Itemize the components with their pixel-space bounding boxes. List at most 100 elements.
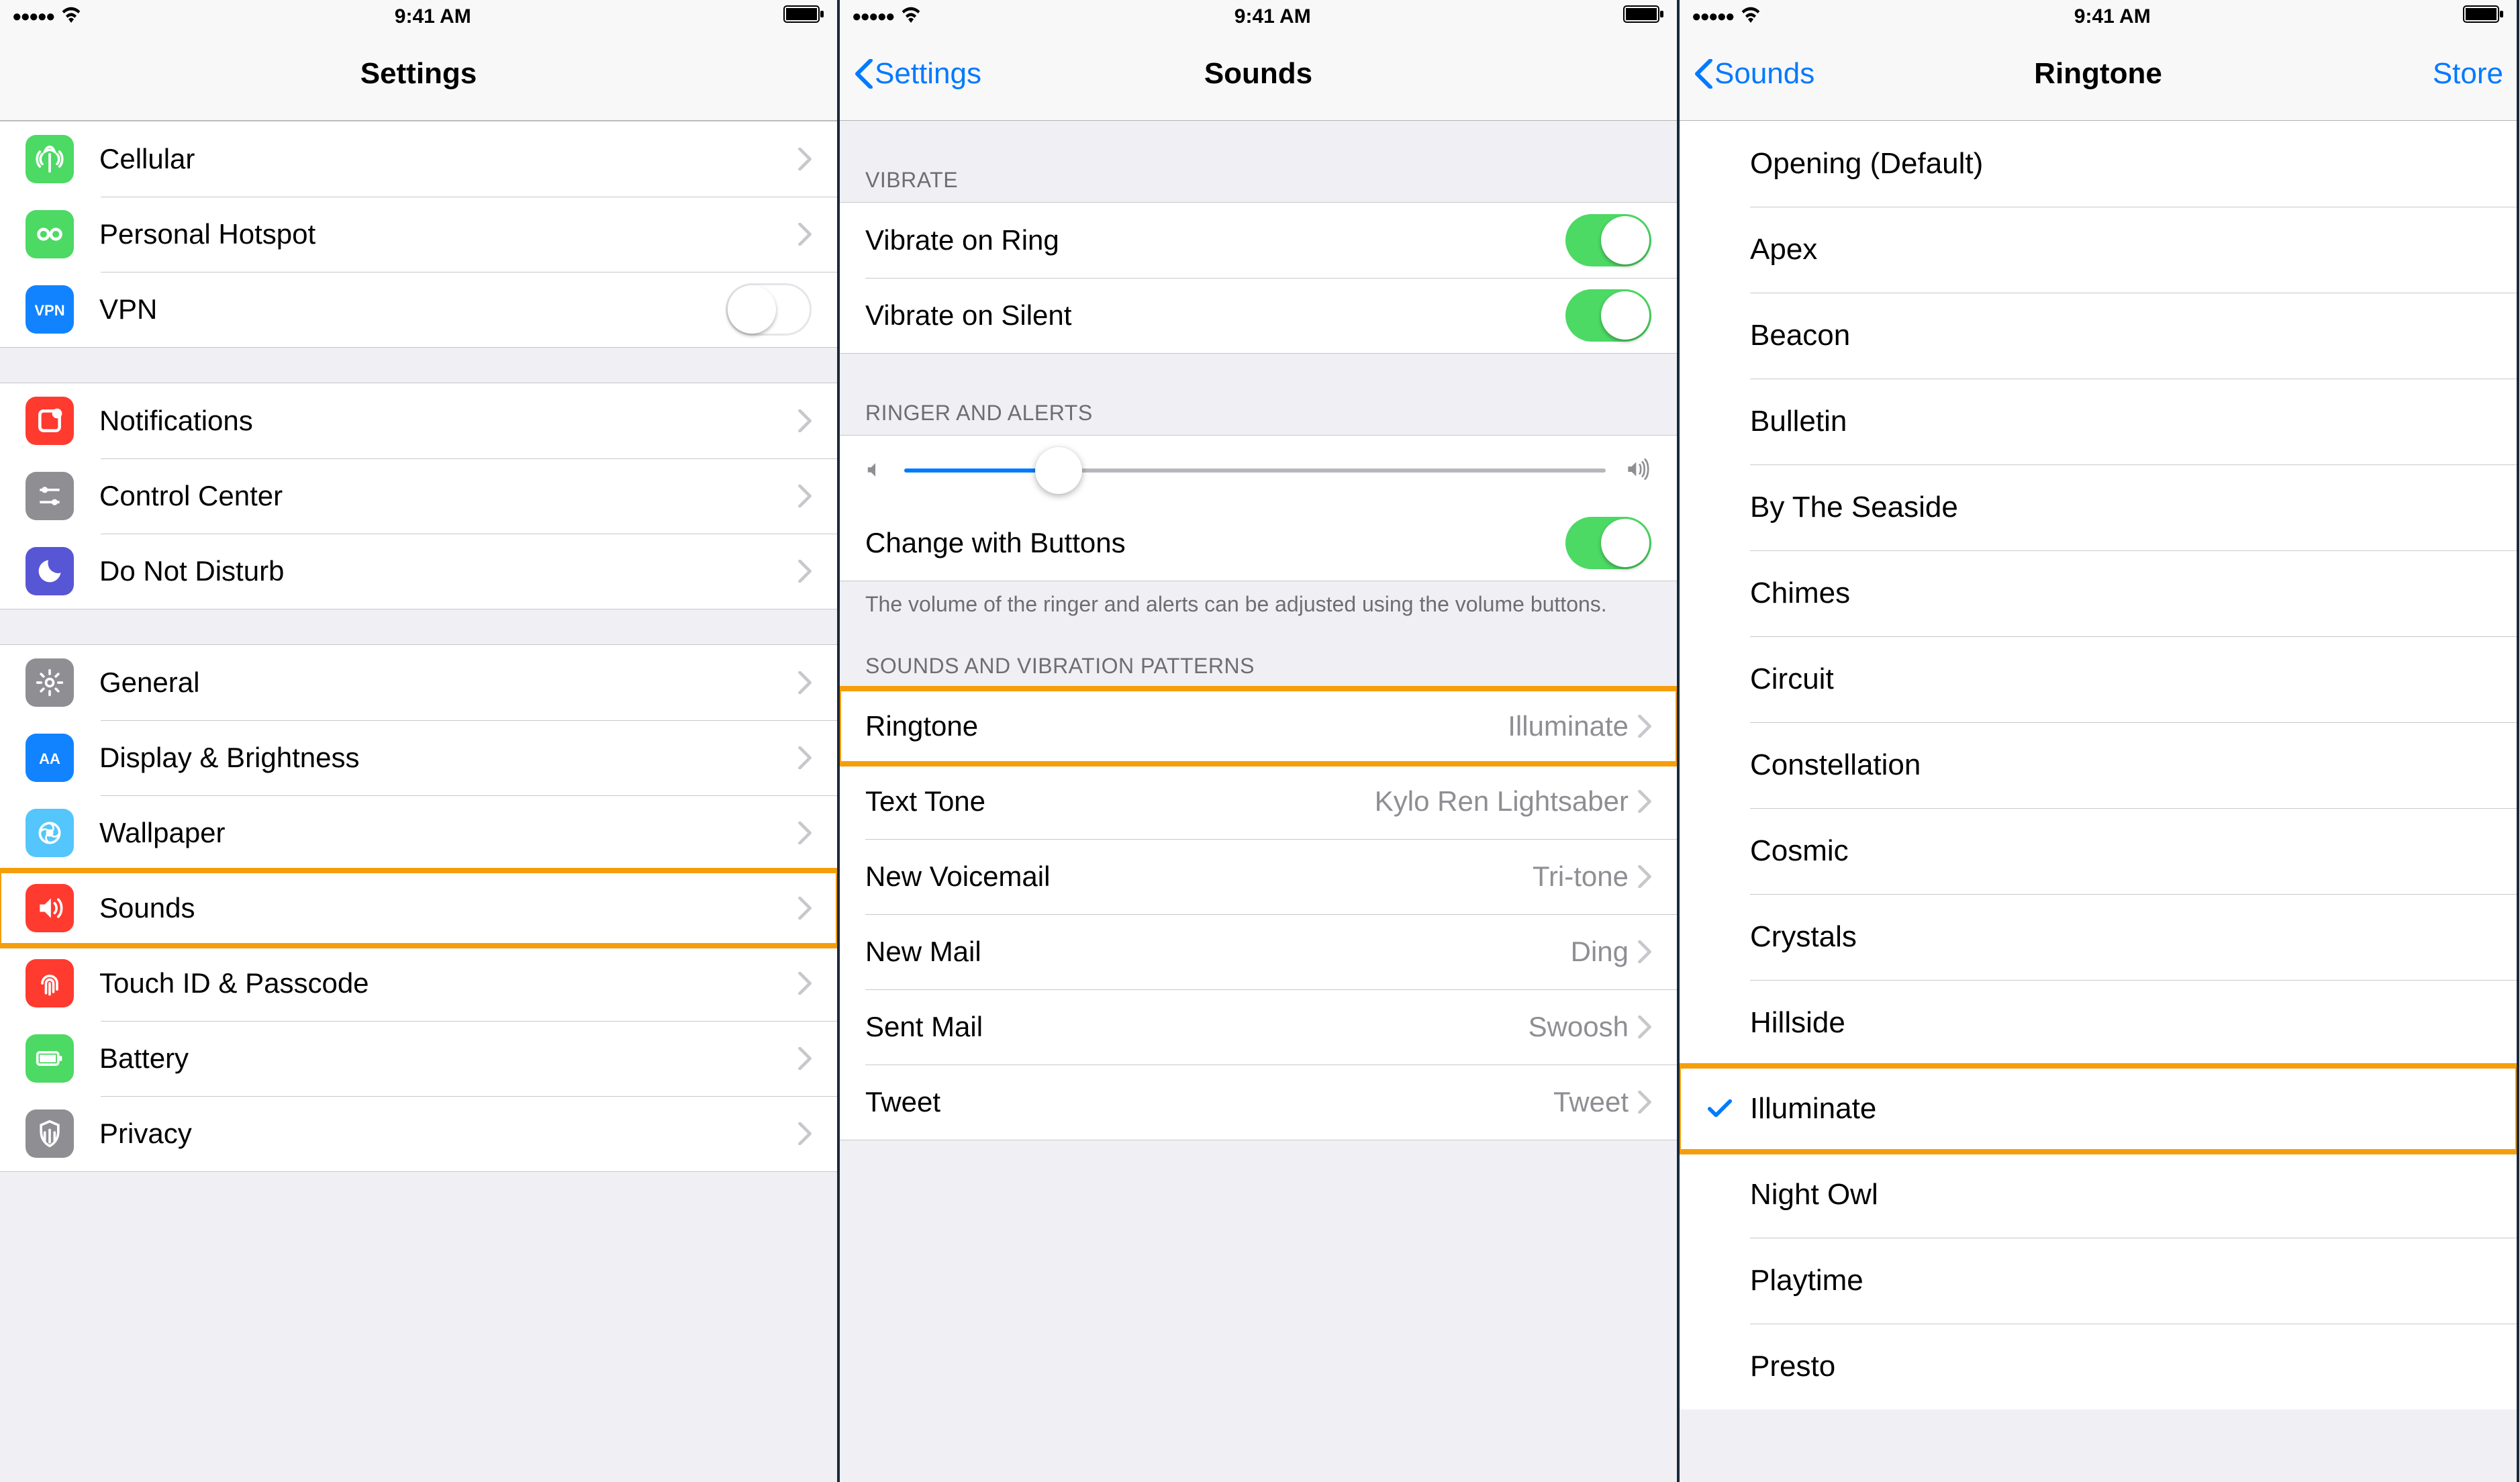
row-value: Tri-tone [1533,860,1629,893]
sound-row-new-mail[interactable]: New MailDing [840,914,1677,989]
status-bar: ●●●●● 9:41 AM [840,0,1677,34]
status-bar: ●●●●● 9:41 AM [0,0,837,34]
notifications-icon [26,397,74,445]
sound-row-text-tone[interactable]: Text ToneKylo Ren Lightsaber [840,764,1677,839]
speaker-low-icon [865,454,885,487]
nav-bar: Settings Sounds [840,34,1677,121]
ringtone-label: Beacon [1750,319,1850,352]
ringtone-row[interactable]: Illuminate [1680,1066,2517,1152]
ringtone-label: Constellation [1750,748,1921,782]
ringtone-row[interactable]: Bulletin [1680,379,2517,464]
speaker-high-icon [1625,454,1651,487]
signal-dots-icon: ●●●●● [852,7,893,26]
row-label: Battery [99,1042,798,1075]
chevron-right-icon [798,409,812,432]
row-value: Kylo Ren Lightsaber [1375,785,1629,818]
chevron-right-icon [1638,865,1651,888]
chevron-right-icon [798,972,812,995]
chevron-right-icon [1638,790,1651,813]
ringer-footer: The volume of the ringer and alerts can … [840,581,1677,628]
row-label: Display & Brightness [99,742,798,774]
ringtone-row[interactable]: Night Owl [1680,1152,2517,1238]
sound-row-sent-mail[interactable]: Sent MailSwoosh [840,989,1677,1065]
settings-row-sounds[interactable]: Sounds [0,871,837,946]
ringtone-label: Opening (Default) [1750,147,1983,181]
chevron-right-icon [1638,715,1651,738]
nav-bar: Sounds Ringtone Store [1680,34,2517,121]
status-time: 9:41 AM [2074,5,2151,28]
ringtone-row[interactable]: Apex [1680,207,2517,293]
screen-sounds: ●●●●● 9:41 AM Settings Sounds VIBRATE Vi… [840,0,1680,1482]
section-header-patterns: SOUNDS AND VIBRATION PATTERNS [840,642,1677,688]
ringtone-row[interactable]: Chimes [1680,550,2517,636]
back-button[interactable]: Sounds [1693,57,1814,91]
wifi-icon [1740,5,1761,28]
settings-row-dnd[interactable]: Do Not Disturb [0,534,837,609]
settings-row-vpn[interactable]: VPNVPN [0,272,837,347]
row-label: Cellular [99,143,798,175]
row-label: VPN [99,293,726,326]
controlcenter-icon [26,472,74,520]
chevron-right-icon [798,485,812,507]
ringtone-row[interactable]: Cosmic [1680,808,2517,894]
chevron-right-icon [1638,1091,1651,1114]
store-button[interactable]: Store [2433,57,2503,91]
back-button[interactable]: Settings [853,57,981,91]
row-label: New Mail [865,936,1571,968]
section-header-vibrate: VIBRATE [840,156,1677,202]
settings-row-battery[interactable]: Battery [0,1021,837,1096]
back-label: Sounds [1714,57,1814,91]
ringtone-label: Presto [1750,1350,1835,1383]
settings-row-wallpaper[interactable]: Wallpaper [0,795,837,871]
ringtone-row[interactable]: Hillside [1680,980,2517,1066]
row-label: General [99,666,798,699]
sound-row-ringtone[interactable]: RingtoneIlluminate [840,689,1677,764]
ringtone-row[interactable]: Playtime [1680,1238,2517,1324]
ringtone-row[interactable]: Circuit [1680,636,2517,722]
volume-slider[interactable] [904,468,1606,473]
row-label: Tweet [865,1086,1553,1118]
row-label: Notifications [99,405,798,437]
row-label: Do Not Disturb [99,555,798,587]
settings-row-cellular[interactable]: Cellular [0,121,837,197]
settings-row-hotspot[interactable]: Personal Hotspot [0,197,837,272]
row-label: Sounds [99,892,798,924]
ringtone-row[interactable]: Beacon [1680,293,2517,379]
ringtone-row[interactable]: Crystals [1680,894,2517,980]
vpn-toggle[interactable] [726,283,812,336]
chevron-right-icon [798,671,812,694]
settings-row-privacy[interactable]: Privacy [0,1096,837,1171]
row-label: Ringtone [865,710,1508,742]
settings-row-controlcenter[interactable]: Control Center [0,458,837,534]
privacy-icon [26,1109,74,1158]
settings-row-general[interactable]: General [0,645,837,720]
ringtone-row[interactable]: Opening (Default) [1680,121,2517,207]
vibrate-silent-label: Vibrate on Silent [865,299,1565,332]
settings-row-touchid[interactable]: Touch ID & Passcode [0,946,837,1021]
ringtone-label: Bulletin [1750,405,1847,438]
checkmark-icon [1701,1098,1738,1120]
settings-row-display[interactable]: AADisplay & Brightness [0,720,837,795]
settings-row-notifications[interactable]: Notifications [0,383,837,458]
wifi-icon [60,5,82,28]
back-label: Settings [875,57,981,91]
sound-row-tweet[interactable]: TweetTweet [840,1065,1677,1140]
ringtone-row[interactable]: By The Seaside [1680,464,2517,550]
change-buttons-toggle[interactable] [1565,517,1651,569]
ringtone-label: Playtime [1750,1264,1863,1297]
status-time: 9:41 AM [1234,5,1311,28]
status-time: 9:41 AM [395,5,471,28]
cellular-icon [26,135,74,183]
vibrate-silent-toggle[interactable] [1565,289,1651,342]
sound-row-new-voicemail[interactable]: New VoicemailTri-tone [840,839,1677,914]
chevron-right-icon [798,560,812,583]
ringtone-row[interactable]: Constellation [1680,722,2517,808]
battery-icon [783,5,825,28]
ringtone-row[interactable]: Presto [1680,1324,2517,1410]
ringtone-label: Apex [1750,233,1817,266]
screen-settings: ●●●●● 9:41 AM Settings CellularPersonal … [0,0,840,1482]
ringtone-label: By The Seaside [1750,491,1958,524]
chevron-right-icon [1638,940,1651,963]
signal-dots-icon: ●●●●● [12,7,54,26]
vibrate-ring-toggle[interactable] [1565,214,1651,266]
